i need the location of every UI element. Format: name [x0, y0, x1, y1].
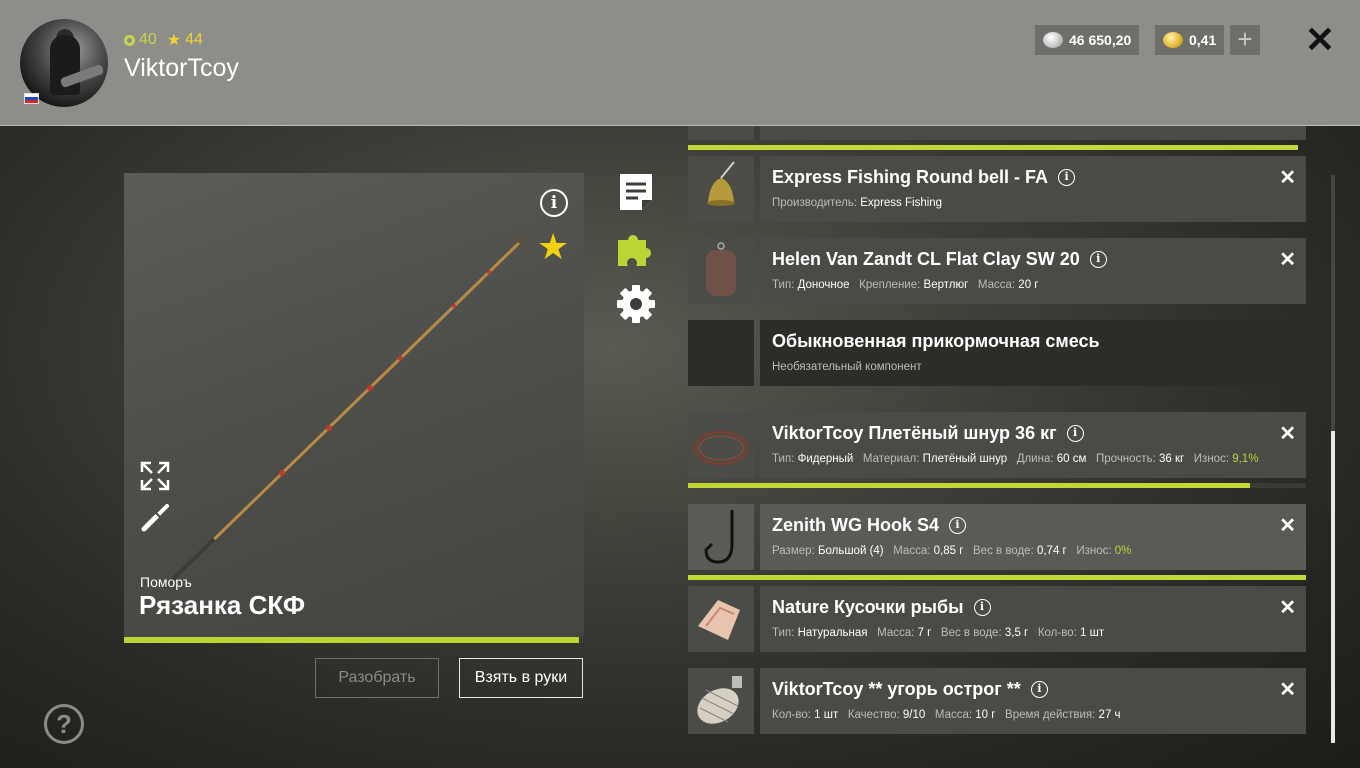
sinker-thumbnail	[688, 238, 754, 304]
item-title-text: Helen Van Zandt CL Flat Clay SW 20	[772, 249, 1080, 269]
list-item[interactable]: Nature Кусочки рыбы i Тип: Натуральная Ма…	[688, 586, 1306, 652]
remove-item-close-icon[interactable]: ✕	[1279, 247, 1296, 272]
item-card[interactable]	[760, 126, 1306, 140]
item-title-text: Nature Кусочки рыбы	[772, 597, 964, 617]
gold-amount: 0,41	[1189, 32, 1217, 48]
add-currency-button[interactable]: +	[1230, 25, 1260, 55]
take-in-hands-button[interactable]: Взять в руки	[459, 658, 583, 698]
item-card[interactable]: ViktorTcoy ** угорь острог ** i Кол-во: 1…	[760, 668, 1306, 734]
rank-star-icon: ★	[166, 32, 182, 49]
rod-image	[162, 236, 525, 590]
list-scrollbar[interactable]	[1331, 175, 1335, 743]
hook-thumbnail	[688, 504, 754, 570]
info-icon[interactable]: i	[1066, 425, 1084, 442]
item-card[interactable]: Обыкновенная прикормочная смесь Необязат…	[760, 320, 1306, 386]
list-item[interactable]: Helen Van Zandt CL Flat Clay SW 20 i Тип:…	[688, 238, 1306, 304]
item-meta: Необязательный компонент	[772, 361, 922, 373]
item-title-text: ViktorTcoy Плетёный шнур 36 кг	[772, 423, 1057, 443]
remove-item-close-icon[interactable]: ✕	[1279, 421, 1296, 446]
player-name: ViktorTcoy	[124, 54, 239, 82]
silver-coin-icon	[1043, 32, 1063, 48]
bell-thumbnail	[688, 156, 754, 222]
list-item[interactable]: ViktorTcoy Плетёный шнур 36 кг i Тип: Фид…	[688, 412, 1306, 478]
item-title: Zenith WG Hook S4 i	[772, 515, 967, 536]
item-title: Helen Van Zandt CL Flat Clay SW 20 i	[772, 249, 1107, 270]
player-header: 40 ★ 44 ViktorTcoy 46 650,20 0,41 + ✕	[0, 0, 1360, 126]
player-levels: 40 ★ 44	[124, 30, 203, 50]
bait-thumbnail	[688, 586, 754, 652]
info-icon[interactable]: i	[1030, 681, 1048, 698]
level-indicator: 40	[124, 31, 157, 49]
info-icon[interactable]: i	[973, 599, 991, 616]
line-thumbnail	[688, 412, 754, 478]
item-meta: Тип: Доночное Крепление: Вертлюг Масса: …	[772, 279, 1039, 291]
gear-icon[interactable]	[614, 282, 658, 326]
rod-name: Рязанка СКФ	[139, 590, 306, 620]
item-title: Обыкновенная прикормочная смесь	[772, 331, 1100, 352]
silver-balance: 46 650,20	[1035, 25, 1140, 55]
item-meta: Производитель: Express Fishing	[772, 197, 943, 209]
scrollbar-thumb[interactable]	[1331, 431, 1335, 743]
remove-item-close-icon[interactable]: ✕	[1279, 595, 1296, 620]
rig-components-list: Express Fishing Round bell - FA i Произво…	[688, 126, 1308, 746]
feeder-bait-thumbnail	[688, 668, 754, 734]
list-item[interactable]: ViktorTcoy ** угорь острог ** i Кол-во: 1…	[688, 668, 1306, 734]
info-icon[interactable]: i	[949, 517, 967, 534]
empty-slot-thumbnail	[688, 320, 754, 386]
item-card[interactable]: Nature Кусочки рыбы i Тип: Натуральная Ма…	[760, 586, 1306, 652]
list-item[interactable]: Обыкновенная прикормочная смесь Необязат…	[688, 320, 1306, 386]
rod-info-icon[interactable]: i	[540, 189, 568, 217]
gold-balance: 0,41	[1155, 25, 1225, 55]
item-meta: Тип: Натуральная Масса: 7 г Вес в воде: …	[772, 627, 1105, 639]
info-icon[interactable]: i	[1058, 169, 1076, 186]
info-icon[interactable]: i	[1089, 251, 1107, 268]
item-title: ViktorTcoy Плетёный шнур 36 кг i	[772, 423, 1084, 444]
item-title: Nature Кусочки рыбы i	[772, 597, 991, 618]
level-value: 40	[139, 31, 157, 48]
list-item[interactable]	[688, 126, 1306, 140]
item-title-text: Обыкновенная прикормочная смесь	[772, 331, 1100, 351]
expand-icon[interactable]	[140, 461, 170, 491]
rod-preview-panel	[124, 173, 584, 641]
dismantle-button[interactable]: Разобрать	[315, 658, 439, 698]
item-card[interactable]: Zenith WG Hook S4 i Размер: Большой (4) М…	[760, 504, 1306, 570]
item-condition-bar	[688, 145, 1298, 150]
document-icon[interactable]	[614, 170, 658, 214]
list-item[interactable]: Express Fishing Round bell - FA i Произво…	[688, 156, 1306, 222]
rod-condition-bar	[124, 637, 584, 643]
remove-item-close-icon[interactable]: ✕	[1279, 677, 1296, 702]
rank-indicator: ★ 44	[167, 30, 203, 50]
item-title-text: Zenith WG Hook S4	[772, 515, 940, 535]
item-meta: Тип: Фидерный Материал: Плетёный шнур Дл…	[772, 453, 1259, 465]
rod-brand: Поморъ	[140, 574, 192, 590]
puzzle-icon[interactable]	[614, 226, 658, 270]
silver-amount: 46 650,20	[1069, 32, 1132, 48]
remove-item-close-icon[interactable]: ✕	[1279, 513, 1296, 538]
russia-flag-icon	[24, 93, 39, 104]
list-item[interactable]: Zenith WG Hook S4 i Размер: Большой (4) М…	[688, 504, 1306, 570]
item-title: ViktorTcoy ** угорь острог ** i	[772, 679, 1048, 700]
item-condition-bar	[688, 483, 1306, 488]
help-icon[interactable]: ?	[44, 704, 84, 744]
item-title-text: ViktorTcoy ** угорь острог **	[772, 679, 1021, 699]
item-title-text: Express Fishing Round bell - FA	[772, 167, 1049, 187]
favorite-star-icon[interactable]: ★	[537, 227, 569, 267]
tool-icon[interactable]	[140, 503, 170, 533]
gold-coin-icon	[1163, 32, 1183, 48]
item-meta: Кол-во: 1 шт Качество: 9/10 Масса: 10 г …	[772, 709, 1121, 721]
remove-item-close-icon[interactable]: ✕	[1279, 165, 1296, 190]
item-card[interactable]: ViktorTcoy Плетёный шнур 36 кг i Тип: Фид…	[760, 412, 1306, 478]
item-card[interactable]: Express Fishing Round bell - FA i Произво…	[760, 156, 1306, 222]
rod-condition-fill	[124, 637, 580, 643]
item-thumbnail	[688, 126, 754, 140]
item-title: Express Fishing Round bell - FA i	[772, 167, 1076, 188]
item-condition-bar	[688, 575, 1306, 580]
item-card[interactable]: Helen Van Zandt CL Flat Clay SW 20 i Тип:…	[760, 238, 1306, 304]
close-icon[interactable]: ✕	[1304, 22, 1336, 58]
item-meta: Размер: Большой (4) Масса: 0,85 г Вес в …	[772, 545, 1132, 557]
level-ring-icon	[124, 34, 135, 46]
rank-value: 44	[185, 31, 203, 48]
